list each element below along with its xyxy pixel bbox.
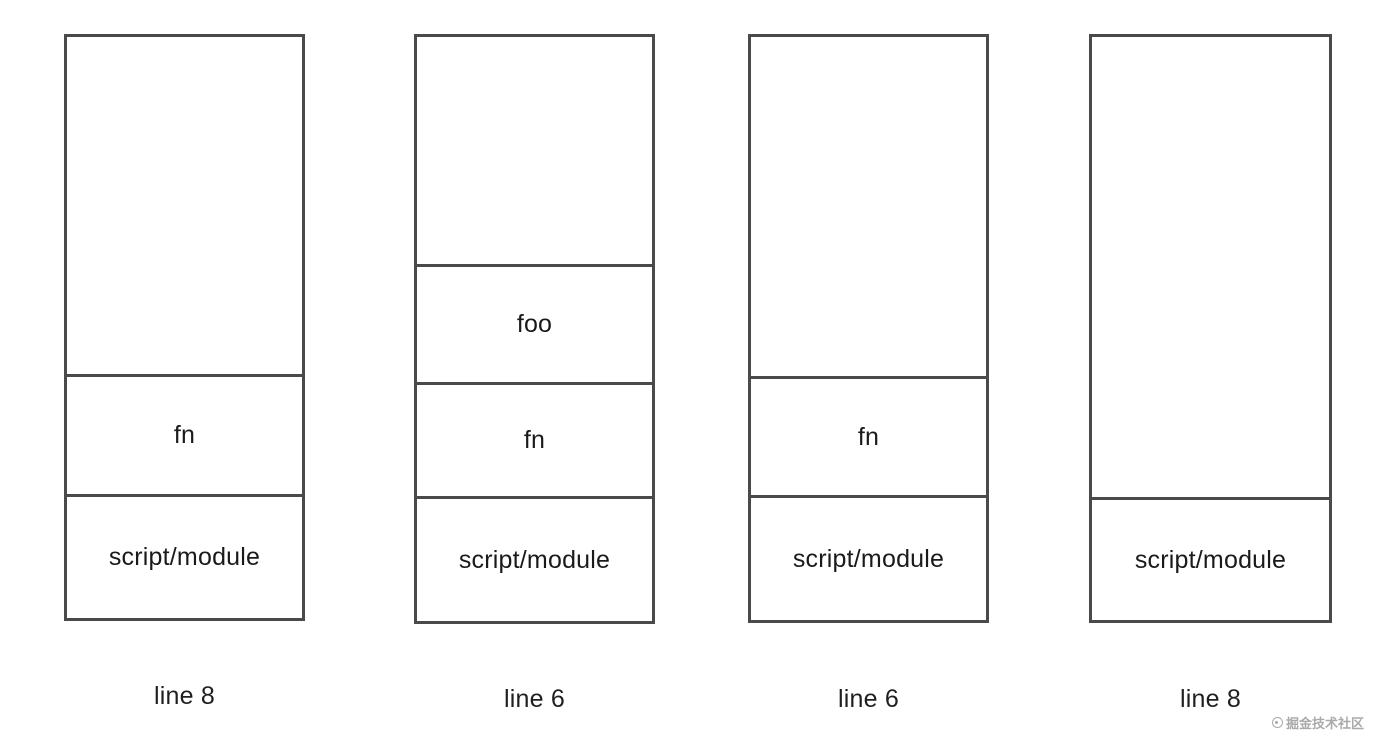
stack-frame-script-module: script/module: [417, 496, 652, 621]
watermark: 掘金技术社区: [1271, 713, 1364, 732]
stack-frame-empty: [67, 37, 302, 375]
diagram-canvas: fn script/module line 8 foo fn script/mo…: [0, 0, 1374, 740]
stack-frame-script-module: script/module: [751, 495, 986, 620]
call-stack-box-1: fn script/module: [64, 34, 305, 621]
call-stack-box-2: foo fn script/module: [414, 34, 655, 624]
stack-frame-empty: [751, 37, 986, 377]
stack-caption-4: line 8: [1180, 685, 1241, 713]
stack-caption-2: line 6: [504, 685, 565, 713]
stack-frame-fn: fn: [417, 382, 652, 497]
watermark-text: 掘金技术社区: [1285, 717, 1364, 732]
stack-frame-fn: fn: [67, 374, 302, 495]
call-stack-box-3: fn script/module: [748, 34, 989, 623]
stack-frame-empty: [1092, 37, 1329, 498]
stack-frame-script-module: script/module: [1092, 497, 1329, 620]
stack-frame-empty: [417, 36, 652, 264]
stack-frame-fn: fn: [751, 376, 986, 496]
stack-frame-script-module: script/module: [67, 494, 302, 618]
call-stack-column-1: fn script/module line 8: [64, 34, 305, 724]
stack-caption-1: line 8: [154, 682, 215, 710]
call-stack-box-4: script/module: [1089, 34, 1332, 623]
stack-caption-3: line 6: [838, 685, 899, 713]
circle-logo-icon: [1271, 717, 1283, 728]
call-stack-column-2: foo fn script/module line 6: [414, 34, 655, 724]
stack-frame-foo: foo: [417, 263, 652, 383]
call-stack-column-4: script/module line 8: [1089, 34, 1332, 724]
call-stack-column-3: fn script/module line 6: [748, 34, 989, 724]
